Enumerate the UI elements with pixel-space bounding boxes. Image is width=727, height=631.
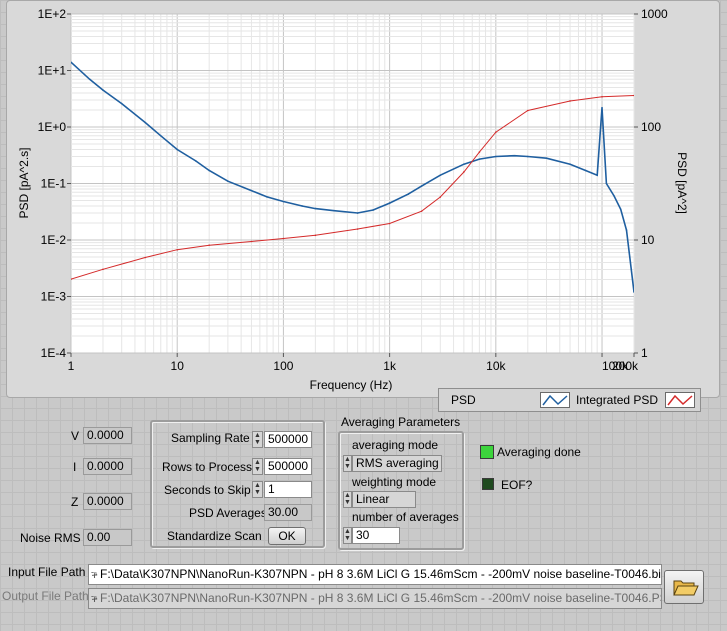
path-type-icon: ቕ [91,594,98,604]
y-tick-label: 1E+2 [38,7,67,21]
y-tick-label: 1E+0 [38,120,67,134]
x-axis-label: Frequency (Hz) [310,378,393,392]
noise-rms-label: Noise RMS [20,531,81,545]
z-label: Z [71,495,79,509]
y2-tick-label: 10 [641,233,655,247]
noise-rms-indicator: 0.00 [83,529,132,546]
x-tick-label: 1k [383,359,397,373]
y2-tick-label: 100 [641,120,661,134]
seconds-to-skip-input[interactable]: 1 [264,481,312,498]
i-indicator: 0.0000 [83,458,132,475]
averaging-mode-ring[interactable]: RMS averaging [352,455,442,472]
legend-psd-label: PSD [451,393,476,407]
rows-to-process-label: Rows to Process [162,460,253,474]
path-type-icon: ቕ [91,570,98,580]
averaging-mode-arrows[interactable]: ▲ ▼ [343,455,352,472]
psd-graph-frame: 1 10 100 1k 10k 100k 200k 1E-4 1E-3 1E-2 1E-1 1E+0 1… [6,0,720,398]
x-tick-label: 10 [171,359,185,373]
right-axis-label: PSD [pA^2] [675,152,689,214]
averaging-done-label: Averaging done [497,445,581,459]
output-file-path-label: Output File Path [2,589,89,603]
standardize-scan-label: Standardize Scan [167,529,262,543]
input-file-path-value: F:\Data\K307NPN\NanoRun-K307NPN - pH 8 3… [100,567,662,581]
averaging-done-led [480,445,494,459]
legend-psd-swatch[interactable] [540,392,570,408]
psd-averages-label: PSD Averages [189,506,267,520]
y-tick-label: 1E-4 [41,346,67,360]
output-file-path-value: F:\Data\K307NPN\NanoRun-K307NPN - pH 8 3… [100,591,662,605]
x-tick-label: 100 [273,359,293,373]
legend-integrated-swatch[interactable] [665,392,695,408]
number-of-averages-input[interactable]: 30 [352,527,400,544]
sampling-rate-input[interactable]: 500000 [264,431,312,448]
y2-tick-label: 1 [641,346,648,360]
x-tick-label: 1 [68,359,75,373]
v-label: V [71,429,80,443]
legend-integrated-label: Integrated PSD [576,393,659,407]
seconds-to-skip-spinner[interactable]: ▲ ▼ [252,481,263,498]
z-indicator: 0.0000 [83,493,132,510]
y-tick-label: 1E-3 [41,290,67,304]
v-indicator: 0.0000 [83,427,132,444]
input-file-path-field[interactable]: ቕ F:\Data\K307NPN\NanoRun-K307NPN - pH 8 … [88,564,662,585]
weighting-mode-arrows[interactable]: ▲ ▼ [343,491,352,508]
averaging-parameters-title: Averaging Parameters [341,415,461,429]
rows-to-process-input[interactable]: 500000 [264,458,312,475]
rows-to-process-spinner[interactable]: ▲ ▼ [252,458,263,475]
i-label: I [73,460,77,474]
averaging-mode-label: averaging mode [352,438,439,452]
y-tick-label: 1E-1 [41,177,67,191]
weighting-mode-ring[interactable]: Linear [352,491,416,508]
number-of-averages-label: number of averages [352,510,459,524]
sampling-rate-spinner[interactable]: ▲ ▼ [252,431,263,448]
sampling-rate-label: Sampling Rate [171,431,250,445]
y2-tick-label: 1000 [641,7,668,21]
psd-graph[interactable]: 1 10 100 1k 10k 100k200k1E-41E-31E-21E-11E+01… [6,0,720,398]
seconds-to-skip-label: Seconds to Skip [164,483,251,497]
x-tick-label: 10k [486,359,506,373]
y-tick-label: 1E-2 [41,233,67,247]
browse-folder-button[interactable] [664,570,704,604]
weighting-mode-label: weighting mode [352,475,437,489]
eof-label: EOF? [501,478,533,492]
psd-averages-indicator: 30.00 [264,504,312,521]
folder-icon [673,580,699,596]
x-tick-label: 200k [612,359,639,373]
input-file-path-label: Input File Path [8,565,86,579]
eof-led [482,478,494,490]
y-tick-label: 1E+1 [38,64,67,78]
left-axis-label: PSD [pA^2.s] [17,148,31,219]
output-file-path-field: ቕ F:\Data\K307NPN\NanoRun-K307NPN - pH 8 … [88,588,662,609]
plot-legend: PSD Integrated PSD [438,388,701,412]
standardize-ok-button[interactable]: OK [268,527,306,545]
number-of-averages-spinner[interactable]: ▲ ▼ [343,527,352,544]
